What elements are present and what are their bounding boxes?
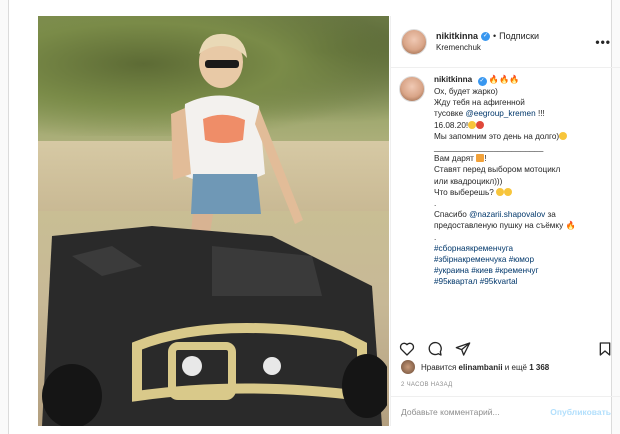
bookmark-icon[interactable] — [597, 341, 613, 357]
caption-username[interactable]: nikitkinna — [434, 75, 472, 84]
header-text: nikitkinna ✓ • Подписки Kremenchuk — [436, 31, 595, 52]
caption-line: тусовке — [434, 109, 464, 119]
devil-emoji — [476, 120, 485, 129]
post-photo[interactable]: › — [38, 16, 389, 426]
caption-line: Ставят перед выбором мотоцикл — [434, 165, 561, 175]
liker-avatar[interactable] — [401, 360, 415, 374]
hashtag-line[interactable]: #украина #киев #кременчуг — [434, 265, 576, 276]
separator-dot: • — [493, 31, 497, 41]
thinking-emoji — [504, 187, 513, 196]
hashtag-line[interactable]: #95квартал #95kvartal — [434, 276, 576, 287]
like-heart-icon[interactable] — [399, 341, 415, 357]
caption-line: Вам дарят — [434, 154, 474, 164]
username-link[interactable]: nikitkinna — [436, 31, 478, 41]
caption-line: Ох, будет жарко) — [434, 87, 498, 96]
caption-divider: ________________________ — [434, 143, 544, 153]
following-button[interactable]: Подписки — [499, 31, 539, 41]
more-options-button[interactable]: ••• — [595, 35, 611, 49]
likes-prefix: Нравится — [421, 362, 457, 372]
post-frame: › nikitkinna ✓ • Подписки Kremenchuk ••• — [8, 0, 620, 434]
caption-line: Что выберешь? — [434, 187, 494, 197]
post-sidebar: nikitkinna ✓ • Подписки Kremenchuk ••• n… — [390, 16, 620, 426]
avatar[interactable] — [401, 28, 427, 55]
caption-line: Жду тебя на афигенной — [434, 98, 525, 108]
caption-avatar[interactable] — [399, 76, 425, 102]
smile-emoji — [468, 120, 477, 129]
comment-input[interactable]: Добавьте комментарий... — [401, 407, 550, 417]
post-timestamp[interactable]: 2 ЧАСОВ НАЗАД — [401, 382, 452, 388]
gift-emoji — [476, 154, 485, 163]
comment-icon[interactable] — [427, 341, 443, 357]
caption-suffix: !!! — [537, 109, 545, 119]
caption: nikitkinna ✓ 🔥🔥🔥 Ох, будет жарко) Жду те… — [399, 74, 615, 336]
caption-line: . — [434, 232, 437, 242]
likes-count[interactable]: 1 368 — [529, 363, 549, 372]
caption-line: Спасибо — [434, 210, 467, 220]
cool-emoji — [496, 187, 505, 196]
hashtag-line[interactable]: #збірнакременчука #юмор — [434, 254, 576, 265]
fire-emoji: 🔥 — [565, 221, 576, 231]
verified-icon: ✓ — [477, 77, 487, 86]
wink-emoji — [559, 131, 568, 140]
caption-line: Мы запомним это день на долго) — [434, 131, 560, 141]
verified-icon: ✓ — [481, 31, 491, 41]
mention-eegroup[interactable]: @eegroup_kremen — [465, 109, 535, 118]
publish-button[interactable]: Опубликовать — [550, 407, 611, 417]
fire-emoji: 🔥🔥🔥 — [488, 75, 520, 84]
caption-line: предоставленую пушку на съёмку — [434, 221, 564, 231]
caption-line: 16.08.20! — [434, 120, 469, 130]
mention-nazarii[interactable]: @nazarii.shapovalov — [469, 210, 545, 219]
location-link[interactable]: Kremenchuk — [436, 43, 595, 52]
comment-box: Добавьте комментарий... Опубликовать — [391, 396, 620, 426]
share-icon[interactable] — [455, 341, 471, 357]
photo-atv — [42, 226, 387, 426]
caption-suffix: за — [547, 210, 556, 220]
hashtag-line[interactable]: #сборнаякременчуга — [434, 243, 576, 254]
action-bar — [399, 338, 613, 360]
likes-summary: Нравится elinambanii и ещё 1 368 — [401, 360, 613, 374]
caption-body: nikitkinna ✓ 🔥🔥🔥 Ох, будет жарко) Жду те… — [434, 75, 576, 287]
caption-line: или квадроцикл))) — [434, 176, 503, 186]
likes-middle: и ещё — [504, 362, 527, 372]
post-header: nikitkinna ✓ • Подписки Kremenchuk ••• — [391, 16, 620, 68]
caption-line: . — [434, 199, 437, 209]
liker-username[interactable]: elinambanii — [459, 363, 503, 372]
